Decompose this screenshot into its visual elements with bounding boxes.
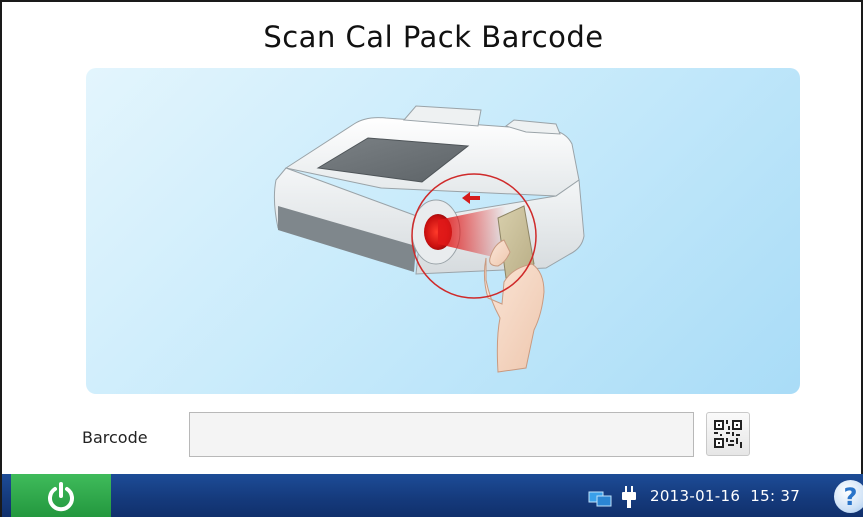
scan-illustration — [86, 68, 800, 394]
page-title: Scan Cal Pack Barcode — [263, 20, 604, 54]
help-button[interactable]: ? — [834, 480, 863, 513]
help-icon: ? — [843, 482, 858, 511]
scan-barcode-button[interactable] — [706, 412, 750, 456]
datetime-display: 2013-01-16 15: 37 — [650, 487, 801, 505]
barcode-input[interactable] — [189, 412, 694, 457]
power-icon — [48, 481, 74, 511]
power-plug-icon — [622, 486, 636, 508]
taskbar: 2013-01-16 15: 37 ? — [2, 474, 863, 517]
network-icon — [588, 491, 612, 507]
app-window: Scan Cal Pack Barcode Barcode 2013-01-16… — [0, 0, 863, 517]
power-button[interactable] — [11, 474, 111, 517]
status-icons — [587, 484, 647, 510]
qr-code-icon — [714, 420, 742, 448]
barcode-label: Barcode — [82, 428, 148, 447]
analyzer-scanning-illustration — [273, 105, 585, 373]
